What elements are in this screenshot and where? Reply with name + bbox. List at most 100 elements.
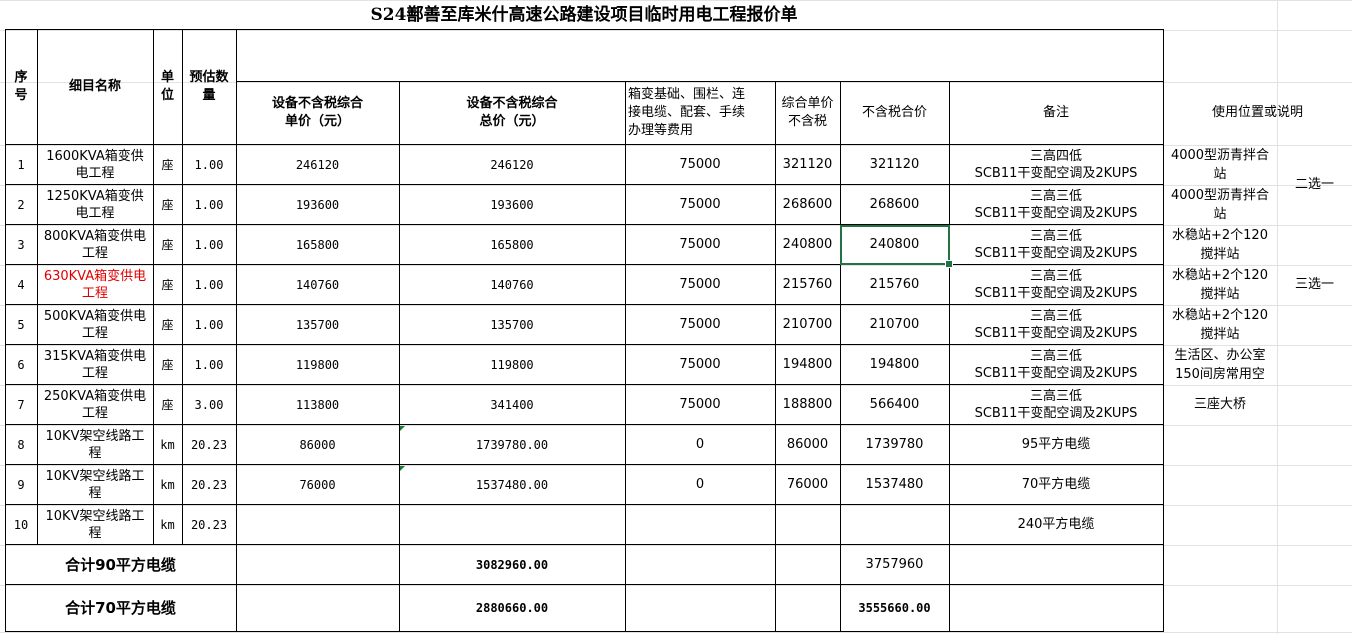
row-foundation-cell[interactable]: 0 bbox=[625, 465, 776, 505]
header-remark[interactable]: 备注 bbox=[949, 82, 1164, 145]
usage-note[interactable]: 4000型沥青拌合 站 bbox=[1163, 185, 1277, 224]
row-qty-cell[interactable]: 20.23 bbox=[182, 505, 237, 545]
row-seq-cell[interactable]: 10 bbox=[5, 505, 38, 545]
row-foundation-cell[interactable]: 75000 bbox=[625, 265, 776, 305]
usage-note[interactable]: 水稳站+2个120 搅拌站 bbox=[1163, 265, 1277, 304]
total-row-blank[interactable] bbox=[236, 585, 400, 632]
row-qty-cell[interactable]: 20.23 bbox=[182, 465, 237, 505]
row-foundation-cell[interactable]: 75000 bbox=[625, 185, 776, 225]
row-total-ex-cell[interactable]: 194800 bbox=[840, 345, 950, 385]
row-unit-price-ex-cell[interactable]: 76000 bbox=[775, 465, 841, 505]
row-total-ex-cell[interactable]: 268600 bbox=[840, 185, 950, 225]
usage-note[interactable]: 水稳站+2个120 搅拌站 bbox=[1163, 225, 1277, 264]
header-name[interactable]: 细目名称 bbox=[37, 30, 154, 145]
row-equip-total-cell[interactable]: 140760 bbox=[399, 265, 626, 305]
row-total-ex-cell[interactable]: 321120 bbox=[840, 145, 950, 185]
row-equip-unit-price-cell[interactable]: 76000 bbox=[236, 465, 400, 505]
row-unit-cell[interactable]: 座 bbox=[153, 225, 183, 265]
row-unit-cell[interactable]: km bbox=[153, 425, 183, 465]
row-remark-cell[interactable]: 三高三低 SCB11干变配空调及2KUPS bbox=[949, 385, 1164, 425]
row-unit-cell[interactable]: km bbox=[153, 465, 183, 505]
row-equip-unit-price-cell[interactable]: 119800 bbox=[236, 345, 400, 385]
header-equip-unit-price[interactable]: 设备不含税综合 单价（元） bbox=[236, 82, 400, 145]
row-qty-cell[interactable]: 1.00 bbox=[182, 145, 237, 185]
header-unit[interactable]: 单 位 bbox=[153, 30, 183, 145]
total-row-equip-total[interactable]: 3082960.00 bbox=[399, 545, 626, 585]
row-remark-cell[interactable]: 三高三低 SCB11干变配空调及2KUPS bbox=[949, 305, 1164, 345]
row-qty-cell[interactable]: 1.00 bbox=[182, 185, 237, 225]
total-row-total-ex[interactable]: 3555660.00 bbox=[840, 585, 950, 632]
row-total-ex-cell[interactable]: 215760 bbox=[840, 265, 950, 305]
row-equip-total-cell[interactable]: 341400 bbox=[399, 385, 626, 425]
row-name-cell[interactable]: 1600KVA箱变供 电工程 bbox=[37, 145, 154, 185]
row-equip-total-cell[interactable]: 119800 bbox=[399, 345, 626, 385]
row-equip-total-cell[interactable]: 135700 bbox=[399, 305, 626, 345]
total-row-blank[interactable] bbox=[625, 545, 776, 585]
row-total-ex-cell[interactable]: 210700 bbox=[840, 305, 950, 345]
header-qty[interactable]: 预估数 量 bbox=[182, 30, 237, 145]
row-equip-unit-price-cell[interactable]: 246120 bbox=[236, 145, 400, 185]
header-blank-merged[interactable] bbox=[236, 30, 1164, 82]
row-total-ex-cell[interactable] bbox=[840, 505, 950, 545]
row-seq-cell[interactable]: 1 bbox=[5, 145, 38, 185]
row-unit-price-ex-cell[interactable] bbox=[775, 505, 841, 545]
row-qty-cell[interactable]: 1.00 bbox=[182, 345, 237, 385]
total-row-blank[interactable] bbox=[775, 585, 841, 632]
total-row-label[interactable]: 合计70平方电缆 bbox=[5, 585, 237, 632]
row-unit-price-ex-cell[interactable]: 240800 bbox=[775, 225, 841, 265]
row-remark-cell[interactable]: 三高三低 SCB11干变配空调及2KUPS bbox=[949, 265, 1164, 305]
row-qty-cell[interactable]: 3.00 bbox=[182, 385, 237, 425]
row-seq-cell[interactable]: 2 bbox=[5, 185, 38, 225]
row-seq-cell[interactable]: 9 bbox=[5, 465, 38, 505]
sheet-title[interactable]: S24鄯善至库米什高速公路建设项目临时用电工程报价单 bbox=[5, 0, 1163, 29]
row-remark-cell[interactable]: 三高三低 SCB11干变配空调及2KUPS bbox=[949, 225, 1164, 265]
row-name-cell[interactable]: 1250KVA箱变供 电工程 bbox=[37, 185, 154, 225]
row-total-ex-cell[interactable]: 566400 bbox=[840, 385, 950, 425]
row-foundation-cell[interactable]: 75000 bbox=[625, 385, 776, 425]
row-remark-cell[interactable]: 三高三低 SCB11干变配空调及2KUPS bbox=[949, 345, 1164, 385]
total-row-blank[interactable] bbox=[949, 545, 1164, 585]
row-unit-cell[interactable]: km bbox=[153, 505, 183, 545]
row-unit-cell[interactable]: 座 bbox=[153, 345, 183, 385]
row-remark-cell[interactable]: 70平方电缆 bbox=[949, 465, 1164, 505]
header-total-ex-tax[interactable]: 不含税合价 bbox=[840, 82, 950, 145]
row-remark-cell[interactable]: 三高三低 SCB11干变配空调及2KUPS bbox=[949, 185, 1164, 225]
row-unit-cell[interactable]: 座 bbox=[153, 145, 183, 185]
row-unit-price-ex-cell[interactable]: 188800 bbox=[775, 385, 841, 425]
row-remark-cell[interactable]: 95平方电缆 bbox=[949, 425, 1164, 465]
row-unit-price-ex-cell[interactable]: 210700 bbox=[775, 305, 841, 345]
row-equip-unit-price-cell[interactable] bbox=[236, 505, 400, 545]
usage-note[interactable]: 三座大桥 bbox=[1163, 385, 1277, 424]
row-qty-cell[interactable]: 1.00 bbox=[182, 225, 237, 265]
header-usage[interactable]: 使用位置或说明 bbox=[1163, 82, 1352, 144]
row-equip-unit-price-cell[interactable]: 135700 bbox=[236, 305, 400, 345]
header-equip-total[interactable]: 设备不含税综合 总价（元） bbox=[399, 82, 626, 145]
row-name-cell[interactable]: 630KVA箱变供电 工程 bbox=[37, 265, 154, 305]
row-name-cell[interactable]: 315KVA箱变供电 工程 bbox=[37, 345, 154, 385]
row-foundation-cell[interactable] bbox=[625, 505, 776, 545]
choice-three-label[interactable]: 三选一 bbox=[1277, 265, 1352, 305]
row-remark-cell[interactable]: 240平方电缆 bbox=[949, 505, 1164, 545]
usage-note[interactable]: 水稳站+2个120 搅拌站 bbox=[1163, 305, 1277, 344]
row-seq-cell[interactable]: 7 bbox=[5, 385, 38, 425]
row-qty-cell[interactable]: 1.00 bbox=[182, 265, 237, 305]
row-name-cell[interactable]: 10KV架空线路工 程 bbox=[37, 505, 154, 545]
row-equip-unit-price-cell[interactable]: 86000 bbox=[236, 425, 400, 465]
row-name-cell[interactable]: 10KV架空线路工 程 bbox=[37, 425, 154, 465]
row-unit-cell[interactable]: 座 bbox=[153, 265, 183, 305]
row-foundation-cell[interactable]: 75000 bbox=[625, 225, 776, 265]
row-unit-price-ex-cell[interactable]: 321120 bbox=[775, 145, 841, 185]
row-foundation-cell[interactable]: 0 bbox=[625, 425, 776, 465]
row-qty-cell[interactable]: 1.00 bbox=[182, 305, 237, 345]
total-row-total-ex[interactable]: 3757960 bbox=[840, 545, 950, 585]
row-total-ex-cell[interactable]: 1739780 bbox=[840, 425, 950, 465]
total-row-equip-total[interactable]: 2880660.00 bbox=[399, 585, 626, 632]
row-unit-price-ex-cell[interactable]: 215760 bbox=[775, 265, 841, 305]
row-seq-cell[interactable]: 5 bbox=[5, 305, 38, 345]
total-row-blank[interactable] bbox=[949, 585, 1164, 632]
row-unit-cell[interactable]: 座 bbox=[153, 305, 183, 345]
total-row-blank[interactable] bbox=[625, 585, 776, 632]
row-unit-price-ex-cell[interactable]: 268600 bbox=[775, 185, 841, 225]
header-seq[interactable]: 序 号 bbox=[5, 30, 38, 145]
row-seq-cell[interactable]: 8 bbox=[5, 425, 38, 465]
